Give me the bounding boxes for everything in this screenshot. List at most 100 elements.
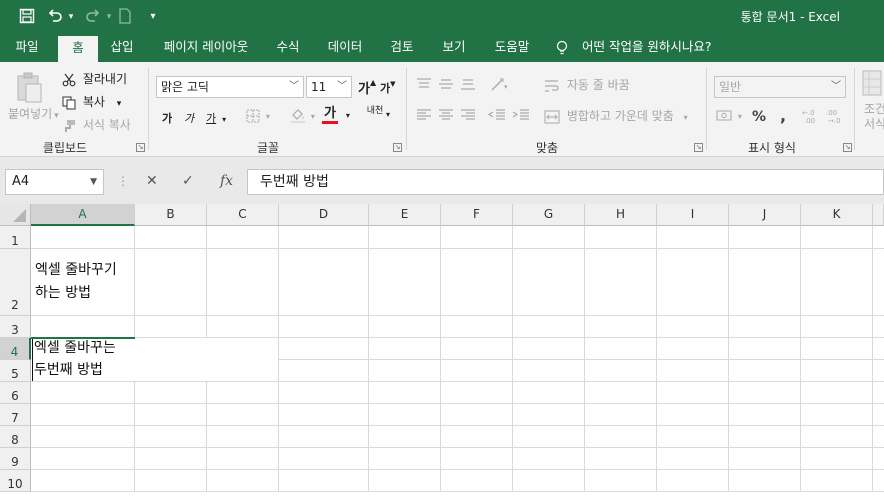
enter-icon[interactable]: ✓ (182, 173, 194, 189)
alignment-launcher-icon[interactable]: ↘ (694, 143, 703, 152)
comma-style-button[interactable]: , (780, 106, 786, 125)
tab-help[interactable]: 도움말 (484, 34, 540, 62)
conditional-format-button[interactable]: 조건 서식 (864, 102, 884, 132)
formula-input[interactable]: 두번째 방법 (247, 169, 884, 195)
accounting-format-button[interactable]: ▾ (716, 108, 742, 123)
column-header-k[interactable]: K (801, 204, 873, 226)
tab-review[interactable]: 검토 (380, 34, 424, 62)
wrap-text-button[interactable]: 자동 줄 바꿈 (544, 76, 630, 94)
new-file-icon[interactable] (116, 8, 134, 26)
align-right-icon[interactable] (460, 109, 476, 124)
number-format-select[interactable]: 일반 ﹀ (714, 76, 846, 98)
tab-home[interactable]: 홈 (58, 36, 98, 62)
row-header-8[interactable]: 8 (0, 426, 31, 448)
row-header-5[interactable]: 5 (0, 360, 31, 382)
cancel-icon[interactable]: ✕ (146, 173, 158, 189)
wrap-text-label: 자동 줄 바꿈 (566, 78, 630, 92)
select-all-button[interactable] (0, 204, 31, 226)
gridline (134, 382, 135, 492)
grow-font-button[interactable]: 가▲ (358, 78, 376, 97)
font-launcher-icon[interactable]: ↘ (393, 143, 402, 152)
font-size-select[interactable]: 11 ﹀ (306, 76, 352, 98)
top-align-icon[interactable] (416, 78, 432, 93)
spreadsheet-grid[interactable]: A B C D E F G H I J K 1 2 3 4 5 6 7 8 9 … (0, 204, 884, 492)
bold-label: 가 (162, 112, 173, 125)
borders-icon (246, 109, 260, 122)
customize-qat-icon[interactable]: ▾ (144, 8, 162, 26)
row-header-1[interactable]: 1 (0, 226, 31, 249)
column-header-j[interactable]: J (729, 204, 801, 226)
format-painter-button[interactable]: 서식 복사 (62, 116, 131, 133)
column-header-g[interactable]: G (513, 204, 585, 226)
conditional-format-icon[interactable] (862, 70, 882, 99)
tell-me-box[interactable]: 어떤 작업을 원하시나요? (556, 34, 712, 62)
clipboard-launcher-icon[interactable]: ↘ (136, 143, 145, 152)
format-painter-label: 서식 복사 (82, 118, 131, 132)
column-header-c[interactable]: C (207, 204, 279, 226)
column-header-b[interactable]: B (135, 204, 207, 226)
number-launcher-icon[interactable]: ↘ (843, 143, 852, 152)
phonetic-guide-button[interactable]: 내천 (366, 106, 384, 116)
copy-label: 복사 (82, 95, 105, 109)
cell-a4-line-2[interactable]: 두번째 방법 (34, 359, 103, 381)
copy-dropdown-icon[interactable]: ▾ (117, 99, 122, 109)
row-header-4[interactable]: 4 (0, 338, 31, 360)
tab-file[interactable]: 파일 (6, 34, 48, 62)
font-color-glyph: 가 (324, 106, 336, 121)
tab-page-layout[interactable]: 페이지 레이아웃 (152, 34, 260, 62)
orientation-icon[interactable]: ▾ (490, 76, 512, 95)
align-left-icon[interactable] (416, 109, 432, 124)
percent-style-button[interactable]: % (752, 109, 766, 125)
merge-dropdown-icon[interactable]: ▾ (684, 113, 688, 122)
font-name-select[interactable]: 맑은 고딕 ﹀ (156, 76, 304, 98)
cell-a4-line-1[interactable]: 엑셀 줄바꾸는 (34, 337, 116, 359)
save-icon[interactable] (18, 8, 36, 26)
merge-center-button[interactable]: 병합하고 가운데 맞춤 ▾ (544, 107, 688, 124)
lightbulb-icon (556, 40, 568, 54)
row-header-9[interactable]: 9 (0, 448, 31, 470)
underline-button[interactable]: 가 ▾ (206, 110, 226, 126)
middle-align-icon[interactable] (438, 78, 454, 93)
row-header-10[interactable]: 10 (0, 470, 31, 492)
cut-button[interactable]: 잘라내기 (62, 70, 127, 87)
increase-indent-icon[interactable] (512, 109, 530, 124)
decrease-indent-icon[interactable] (487, 109, 506, 124)
column-header-h[interactable]: H (585, 204, 657, 226)
phonetic-dropdown-icon[interactable]: ▾ (386, 110, 390, 119)
row-header-7[interactable]: 7 (0, 404, 31, 426)
row-header-6[interactable]: 6 (0, 382, 31, 404)
tab-view[interactable]: 보기 (432, 34, 476, 62)
decrease-decimal-icon[interactable]: .00 →.0 (826, 108, 844, 127)
insert-function-icon[interactable]: fx (220, 173, 233, 189)
paste-icon[interactable] (14, 70, 44, 107)
column-header-l[interactable] (873, 204, 884, 226)
tab-insert[interactable]: 삽입 (100, 34, 144, 62)
row-header-3[interactable]: 3 (0, 316, 31, 338)
borders-button[interactable]: ▾ (246, 108, 270, 123)
column-header-a[interactable]: A (31, 204, 135, 226)
column-header-i[interactable]: I (657, 204, 729, 226)
paste-button[interactable]: 붙여넣기 ▾ (8, 105, 59, 122)
chevron-down-icon: ﹀ (337, 81, 347, 92)
column-header-e[interactable]: E (369, 204, 441, 226)
bottom-align-icon[interactable] (460, 78, 476, 93)
column-header-f[interactable]: F (441, 204, 513, 226)
fill-color-button[interactable]: ▾ (290, 107, 315, 123)
gridline (31, 403, 884, 404)
align-center-icon[interactable] (438, 109, 454, 124)
row-header-2[interactable]: 2 (0, 249, 31, 316)
copy-button[interactable]: 복사 ▾ (62, 93, 121, 110)
column-header-d[interactable]: D (279, 204, 369, 226)
increase-decimal-icon[interactable]: ←.0.00 (802, 108, 820, 127)
formula-bar-grip-icon[interactable]: ⋮ (117, 174, 129, 188)
tab-data[interactable]: 데이터 (318, 34, 372, 62)
chevron-down-icon: ▼ (90, 177, 97, 187)
undo-dropdown-icon[interactable]: ▾ (62, 8, 80, 26)
shrink-font-button[interactable]: 가▼ (380, 80, 396, 96)
name-box[interactable]: A4 ▼ (5, 169, 104, 195)
tab-formulas[interactable]: 수식 (266, 34, 310, 62)
alignment-group-label: 맞춤 (535, 141, 559, 155)
italic-button[interactable]: 가 (184, 110, 194, 126)
bold-button[interactable]: 가 (162, 110, 172, 126)
font-color-button[interactable]: 가 ▾ (322, 106, 350, 126)
